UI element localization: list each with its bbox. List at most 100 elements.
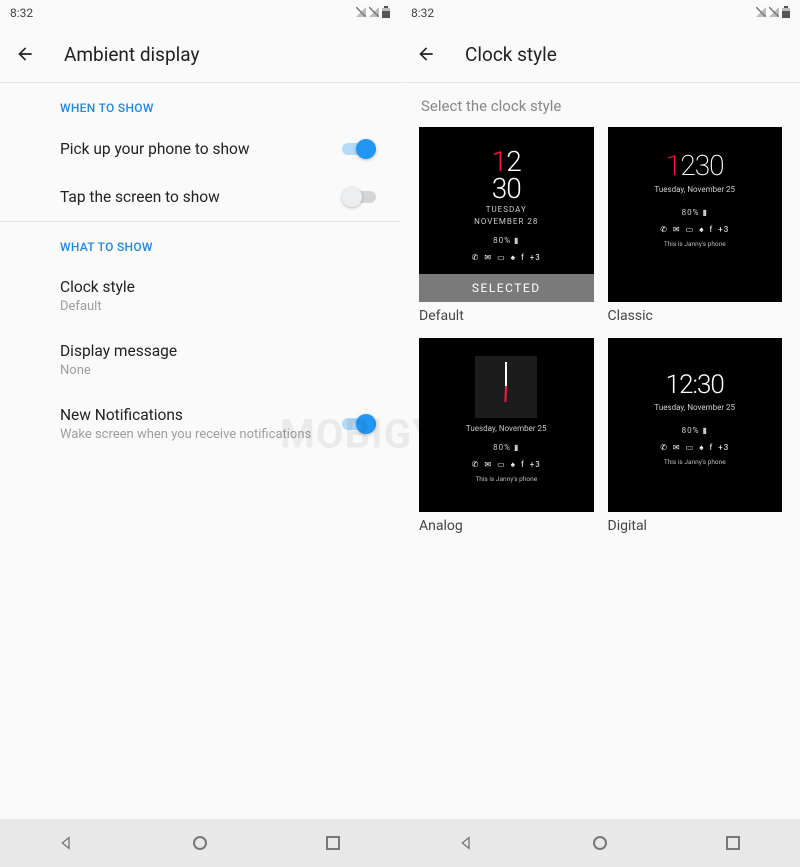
status-time: 8:32 bbox=[10, 6, 33, 20]
plus-count: +3 bbox=[718, 443, 729, 452]
row-value: Default bbox=[60, 299, 376, 314]
clock-tile-digital: 12:30 Tuesday, November 25 80% ▮ ✆ ✉ ▭ ♠… bbox=[608, 338, 783, 513]
tile-notification-icons: ✆ ✉ ▭ ♠ f +3 bbox=[472, 460, 541, 469]
bell-icon: ♠ bbox=[699, 443, 704, 452]
clock-option-digital[interactable]: 12:30 Tuesday, November 25 80% ▮ ✆ ✉ ▭ ♠… bbox=[608, 338, 783, 535]
signal-off-icon bbox=[756, 6, 766, 20]
nav-bar bbox=[400, 819, 800, 867]
nav-back-icon[interactable] bbox=[456, 832, 478, 854]
phone-icon: ✆ bbox=[472, 253, 480, 262]
back-icon[interactable] bbox=[14, 43, 36, 65]
phone-icon: ✆ bbox=[660, 443, 668, 452]
bell-icon: ♠ bbox=[699, 225, 704, 234]
app-bar: Clock style bbox=[401, 26, 800, 82]
nav-recent-icon[interactable] bbox=[322, 832, 344, 854]
tile-notification-icons: ✆ ✉ ▭ ♠ f +3 bbox=[660, 225, 729, 234]
chat-icon: ▭ bbox=[497, 253, 506, 262]
analog-clock-face bbox=[475, 356, 537, 418]
row-display-message[interactable]: Display message None bbox=[0, 328, 400, 392]
status-bar: 8:32 bbox=[401, 0, 800, 26]
tile-battery: 80% ▮ bbox=[682, 208, 708, 217]
app-bar: Ambient display bbox=[0, 26, 400, 82]
row-label: Display message bbox=[60, 342, 376, 360]
chat-icon: ▭ bbox=[497, 460, 506, 469]
chat-icon: ▭ bbox=[686, 225, 695, 234]
page-title: Clock style bbox=[465, 43, 557, 66]
nav-recent-icon[interactable] bbox=[722, 832, 744, 854]
tile-battery: 80% ▮ bbox=[493, 236, 519, 245]
tile-day: TUESDAY bbox=[486, 205, 527, 214]
tile-footer: This is Janny's phone bbox=[664, 240, 726, 248]
row-label: Pick up your phone to show bbox=[60, 140, 342, 158]
clock-tile-analog: Tuesday, November 25 80% ▮ ✆ ✉ ▭ ♠ f +3 … bbox=[419, 338, 594, 513]
mail-icon: ✉ bbox=[673, 443, 681, 452]
row-clock-style[interactable]: Clock style Default bbox=[0, 264, 400, 328]
tile-battery: 80% ▮ bbox=[682, 426, 708, 435]
nav-bar bbox=[0, 819, 400, 867]
settings-list: WHEN TO SHOW Pick up your phone to show … bbox=[0, 83, 400, 867]
plus-count: +3 bbox=[530, 460, 541, 469]
clock-option-default[interactable]: 12 30 TUESDAY NOVEMBER 28 80% ▮ ✆ ✉ ▭ ♠ … bbox=[419, 127, 594, 324]
section-header-when: WHEN TO SHOW bbox=[0, 83, 400, 125]
facebook-icon: f bbox=[709, 225, 713, 234]
clock-option-analog[interactable]: Tuesday, November 25 80% ▮ ✆ ✉ ▭ ♠ f +3 … bbox=[419, 338, 594, 535]
battery-icon bbox=[382, 6, 390, 21]
signal-off-icon bbox=[356, 6, 366, 20]
hour-hand-icon bbox=[505, 385, 508, 401]
status-bar: 8:32 bbox=[0, 0, 400, 26]
row-pickup-to-show[interactable]: Pick up your phone to show bbox=[0, 125, 400, 173]
row-sub: Wake screen when you receive notificatio… bbox=[60, 427, 342, 442]
row-new-notifications[interactable]: New Notifications Wake screen when you r… bbox=[0, 392, 400, 456]
bell-icon: ♠ bbox=[511, 253, 516, 262]
status-time: 8:32 bbox=[411, 6, 434, 20]
page-title: Ambient display bbox=[64, 43, 199, 66]
section-header-what: WHAT TO SHOW bbox=[0, 222, 400, 264]
row-label: Tap the screen to show bbox=[60, 188, 342, 206]
tile-date: NOVEMBER 28 bbox=[474, 217, 538, 226]
facebook-icon: f bbox=[521, 460, 525, 469]
nav-home-icon[interactable] bbox=[589, 832, 611, 854]
phone-left: 8:32 Ambient display WHEN TO SHOW bbox=[0, 0, 400, 867]
row-tap-to-show[interactable]: Tap the screen to show bbox=[0, 173, 400, 221]
mail-icon: ✉ bbox=[673, 225, 681, 234]
clock-option-label: Analog bbox=[419, 518, 594, 534]
toggle-tap[interactable] bbox=[342, 187, 376, 207]
signal-off-icon bbox=[769, 6, 779, 20]
clock-option-label: Digital bbox=[608, 518, 783, 534]
clock-option-classic[interactable]: 1230 Tuesday, November 25 80% ▮ ✆ ✉ ▭ ♠ … bbox=[608, 127, 783, 324]
minute-hand-icon bbox=[505, 362, 507, 388]
facebook-icon: f bbox=[521, 253, 525, 262]
clock-option-label: Classic bbox=[608, 308, 783, 324]
phone-icon: ✆ bbox=[660, 225, 668, 234]
tile-footer: This is Janny's phone bbox=[475, 475, 537, 483]
back-icon[interactable] bbox=[415, 43, 437, 65]
mail-icon: ✉ bbox=[484, 460, 492, 469]
tile-date: Tuesday, November 25 bbox=[466, 424, 547, 433]
tile-notification-icons: ✆ ✉ ▭ ♠ f +3 bbox=[660, 443, 729, 452]
mail-icon: ✉ bbox=[484, 253, 492, 262]
signal-off-icon bbox=[369, 6, 379, 20]
clock-option-label: Default bbox=[419, 308, 594, 324]
row-label: Clock style bbox=[60, 278, 376, 296]
selected-badge: SELECTED bbox=[419, 274, 594, 302]
tile-notification-icons: ✆ ✉ ▭ ♠ f +3 bbox=[472, 253, 541, 262]
clock-style-grid: 12 30 TUESDAY NOVEMBER 28 80% ▮ ✆ ✉ ▭ ♠ … bbox=[401, 127, 800, 534]
facebook-icon: f bbox=[709, 443, 713, 452]
clock-tile-classic: 1230 Tuesday, November 25 80% ▮ ✆ ✉ ▭ ♠ … bbox=[608, 127, 783, 302]
nav-back-icon[interactable] bbox=[56, 832, 78, 854]
tile-footer: This is Janny's phone bbox=[664, 458, 726, 466]
phone-right: 8:32 Clock style Select the clock style bbox=[400, 0, 800, 867]
row-label: New Notifications bbox=[60, 406, 342, 424]
chat-icon: ▭ bbox=[686, 443, 695, 452]
row-value: None bbox=[60, 363, 376, 378]
nav-home-icon[interactable] bbox=[189, 832, 211, 854]
tile-time: 1230 bbox=[666, 149, 724, 182]
plus-count: +3 bbox=[530, 253, 541, 262]
toggle-new-notifications[interactable] bbox=[342, 414, 376, 434]
tile-date: Tuesday, November 25 bbox=[654, 403, 735, 412]
toggle-pickup[interactable] bbox=[342, 139, 376, 159]
plus-count: +3 bbox=[718, 225, 729, 234]
phone-icon: ✆ bbox=[472, 460, 480, 469]
clock-style-subtitle: Select the clock style bbox=[401, 83, 800, 127]
clock-tile-default: 12 30 TUESDAY NOVEMBER 28 80% ▮ ✆ ✉ ▭ ♠ … bbox=[419, 127, 594, 302]
